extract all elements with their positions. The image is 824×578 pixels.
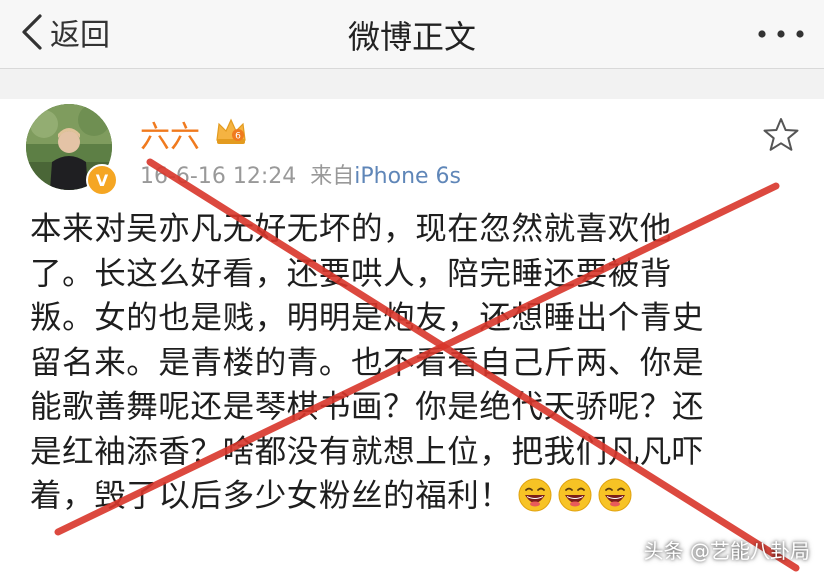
post-timestamp: 16-6-16 12:24 (140, 164, 297, 189)
section-gap (0, 69, 824, 99)
post-line: 能歌善舞呢还是琴棋书画？你是绝代天骄呢？还 (30, 389, 705, 425)
post-source-prefix: 来自 (310, 164, 355, 189)
username[interactable]: 六六 (140, 112, 200, 156)
favorite-star-icon[interactable] (762, 116, 800, 154)
laughing-face-icon (598, 478, 632, 512)
svg-text:6: 6 (235, 132, 241, 142)
watermark: 头条 @艺能八卦局 (643, 539, 810, 563)
navigation-bar: 返回 微博正文 (0, 0, 824, 69)
post-line: 着，毁了以后多少女粉丝的福利！ (30, 478, 512, 514)
emoji-group (512, 478, 632, 514)
verified-badge-icon: V (86, 164, 118, 196)
vip-crown-icon: 6 (216, 118, 246, 144)
post-line: 是红袖添香？啥都没有就想上位，把我们凡凡吓 (30, 433, 705, 470)
post-body: 本来对吴亦凡无好无坏的，现在忽然就喜欢他 了。长这么好看，还要哄人，陪完睡还要被… (30, 207, 810, 519)
laughing-face-icon (558, 478, 592, 512)
post-meta: 16-6-16 12:24 来自iPhone 6s (140, 158, 461, 190)
more-options-icon[interactable] (756, 24, 806, 44)
laughing-face-icon (518, 478, 552, 512)
post-line: 本来对吴亦凡无好无坏的，现在忽然就喜欢他 (30, 211, 673, 247)
post-last-line: 着，毁了以后多少女粉丝的福利！ (30, 474, 810, 519)
post-line: 叛。女的也是贱，明明是炮友，还想睡出个青史 (30, 300, 705, 336)
post-line: 留名来。是青楼的青。也不看看自己斤两、你是 (30, 344, 705, 381)
post-source[interactable]: iPhone 6s (354, 164, 461, 189)
post-line: 了。长这么好看，还要哄人，陪完睡还要被背 (30, 255, 673, 292)
page-title: 微博正文 (347, 18, 476, 56)
